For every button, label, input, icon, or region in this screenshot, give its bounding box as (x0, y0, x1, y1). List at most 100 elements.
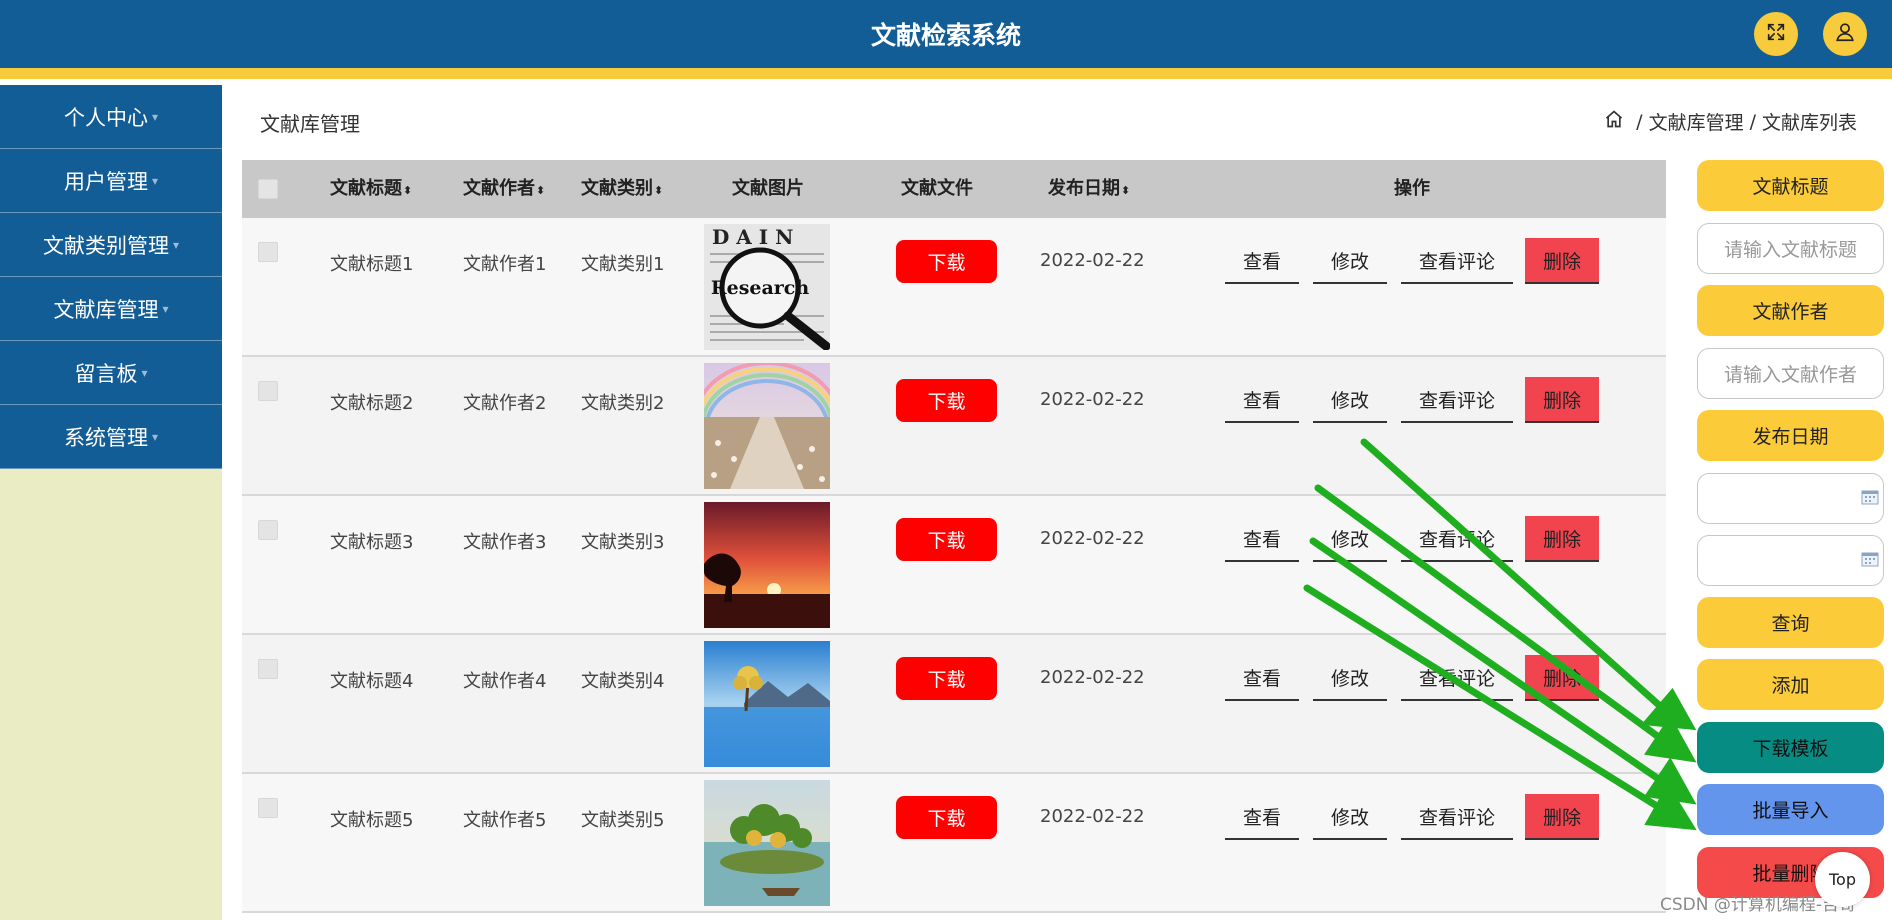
batch-import-button[interactable]: 批量导入 (1697, 784, 1884, 835)
column-header-category[interactable]: 文献类别⬍ (581, 160, 663, 218)
delete-button[interactable]: 删除 (1525, 377, 1599, 423)
edit-button[interactable]: 修改 (1313, 655, 1387, 701)
edit-button[interactable]: 修改 (1313, 516, 1387, 562)
end-date-input[interactable] (1697, 535, 1884, 586)
cell-title: 文献标题4 (330, 671, 414, 692)
breadcrumb-item[interactable]: 文献库管理 (1649, 108, 1744, 135)
cell-category: 文献类别3 (581, 532, 665, 553)
view-button[interactable]: 查看 (1225, 377, 1299, 423)
row-checkbox[interactable] (258, 659, 278, 679)
select-all-checkbox[interactable] (258, 179, 278, 199)
edit-button[interactable]: 修改 (1313, 377, 1387, 423)
row-checkbox[interactable] (258, 381, 278, 401)
cell-author: 文献作者1 (463, 254, 547, 275)
title-search-input[interactable]: 请输入文献标题 (1697, 223, 1884, 274)
author-filter-label: 文献作者 (1697, 285, 1884, 336)
view-comments-button[interactable]: 查看评论 (1401, 516, 1513, 562)
user-button[interactable] (1823, 12, 1867, 56)
view-comments-button[interactable]: 查看评论 (1401, 794, 1513, 840)
fullscreen-icon (1765, 21, 1787, 47)
column-header-file: 文献文件 (901, 178, 973, 199)
thumb-research-text: Research (711, 277, 810, 299)
cell-title: 文献标题5 (330, 810, 414, 831)
sidebar-item-label: 用户管理 (63, 169, 148, 194)
cell-author: 文献作者5 (463, 810, 547, 831)
cell-image-sunset (704, 502, 830, 628)
edit-button[interactable]: 修改 (1313, 794, 1387, 840)
back-to-top-button[interactable]: Top (1815, 852, 1870, 907)
delete-button[interactable]: 删除 (1525, 794, 1599, 840)
sidebar-item-personal-center[interactable]: 个人中心 ▾ (0, 85, 222, 149)
sidebar-item-category-management[interactable]: 文献类别管理 ▾ (0, 213, 222, 277)
title-filter-label: 文献标题 (1697, 160, 1884, 211)
column-header-date[interactable]: 发布日期⬍ (1048, 160, 1130, 218)
table-header: 文献标题⬍ 文献作者⬍ 文献类别⬍ 文献图片 文献文件 发布日期⬍ 操作 (242, 160, 1666, 218)
view-button[interactable]: 查看 (1225, 655, 1299, 701)
download-button[interactable]: 下载 (896, 796, 997, 839)
view-comments-button[interactable]: 查看评论 (1401, 655, 1513, 701)
sort-icon[interactable]: ⬍ (536, 184, 545, 197)
cell-date: 2022-02-22 (1040, 667, 1145, 688)
sidebar-item-library-management[interactable]: 文献库管理 ▾ (0, 277, 222, 341)
column-label: 文献标题 (330, 178, 402, 199)
cell-author: 文献作者4 (463, 671, 547, 692)
app-title: 文献检索系统 (870, 21, 1021, 50)
view-button[interactable]: 查看 (1225, 794, 1299, 840)
table-row: 文献标题5 文献作者5 文献类别5 下载 2022-02-22 查看 修改 查看… (242, 774, 1666, 913)
sort-icon[interactable]: ⬍ (1121, 184, 1130, 197)
sidebar-item-label: 文献类别管理 (42, 233, 169, 258)
edit-button[interactable]: 修改 (1313, 238, 1387, 284)
download-template-button[interactable]: 下载模板 (1697, 722, 1884, 773)
cell-date: 2022-02-22 (1040, 806, 1145, 827)
table-row: 文献标题3 文献作者3 文献类别3 下载 2022-02-22 查看 修改 查看… (242, 496, 1666, 635)
caret-down-icon: ▾ (141, 365, 148, 380)
cell-category: 文献类别1 (581, 254, 665, 275)
cell-image-rainbow-path (704, 363, 830, 489)
page-title: 文献库管理 (260, 112, 360, 136)
caret-down-icon: ▾ (151, 429, 159, 444)
sort-icon[interactable]: ⬍ (403, 184, 412, 197)
row-checkbox[interactable] (258, 242, 278, 262)
start-date-input[interactable] (1697, 473, 1884, 524)
sidebar-item-label: 系统管理 (63, 425, 148, 450)
breadcrumb-separator: / (1636, 110, 1643, 133)
column-header-image: 文献图片 (732, 178, 804, 199)
sidebar-item-label: 留言板 (74, 361, 138, 386)
author-search-input[interactable]: 请输入文献作者 (1697, 348, 1884, 399)
cell-image-research: D A I N Research (704, 224, 830, 350)
sidebar-item-system-management[interactable]: 系统管理 ▾ (0, 405, 222, 469)
download-button[interactable]: 下载 (896, 379, 997, 422)
home-icon[interactable] (1604, 109, 1630, 134)
delete-button[interactable]: 删除 (1525, 655, 1599, 701)
add-button[interactable]: 添加 (1697, 659, 1884, 710)
table-row: 文献标题1 文献作者1 文献类别1 D A I N Research 下载 20… (242, 218, 1666, 357)
query-button[interactable]: 查询 (1697, 597, 1884, 648)
view-button[interactable]: 查看 (1225, 238, 1299, 284)
cell-date: 2022-02-22 (1040, 389, 1145, 410)
calendar-icon[interactable] (1861, 550, 1879, 572)
sidebar: 个人中心 ▾ 用户管理 ▾ 文献类别管理 ▾ 文献库管理 ▾ 留言板 ▾ 系统管理 ▾ (0, 85, 222, 920)
delete-button[interactable]: 删除 (1525, 516, 1599, 562)
delete-button[interactable]: 删除 (1525, 238, 1599, 284)
column-label: 文献作者 (463, 178, 535, 199)
view-button[interactable]: 查看 (1225, 516, 1299, 562)
view-comments-button[interactable]: 查看评论 (1401, 238, 1513, 284)
sidebar-item-message-board[interactable]: 留言板 ▾ (0, 341, 222, 405)
sidebar-item-user-management[interactable]: 用户管理 ▾ (0, 149, 222, 213)
row-checkbox[interactable] (258, 520, 278, 540)
calendar-icon[interactable] (1861, 488, 1879, 510)
fullscreen-button[interactable] (1754, 12, 1798, 56)
download-button[interactable]: 下载 (896, 657, 997, 700)
cell-title: 文献标题3 (330, 532, 414, 553)
column-header-actions: 操作 (1394, 178, 1430, 199)
header-stripe (0, 68, 1892, 79)
view-comments-button[interactable]: 查看评论 (1401, 377, 1513, 423)
sidebar-item-label: 个人中心 (63, 105, 148, 130)
download-button[interactable]: 下载 (896, 240, 997, 283)
download-button[interactable]: 下载 (896, 518, 997, 561)
sort-icon[interactable]: ⬍ (654, 184, 663, 197)
row-checkbox[interactable] (258, 798, 278, 818)
column-header-title[interactable]: 文献标题⬍ (330, 160, 412, 218)
cell-category: 文献类别5 (581, 810, 665, 831)
column-header-author[interactable]: 文献作者⬍ (463, 160, 545, 218)
